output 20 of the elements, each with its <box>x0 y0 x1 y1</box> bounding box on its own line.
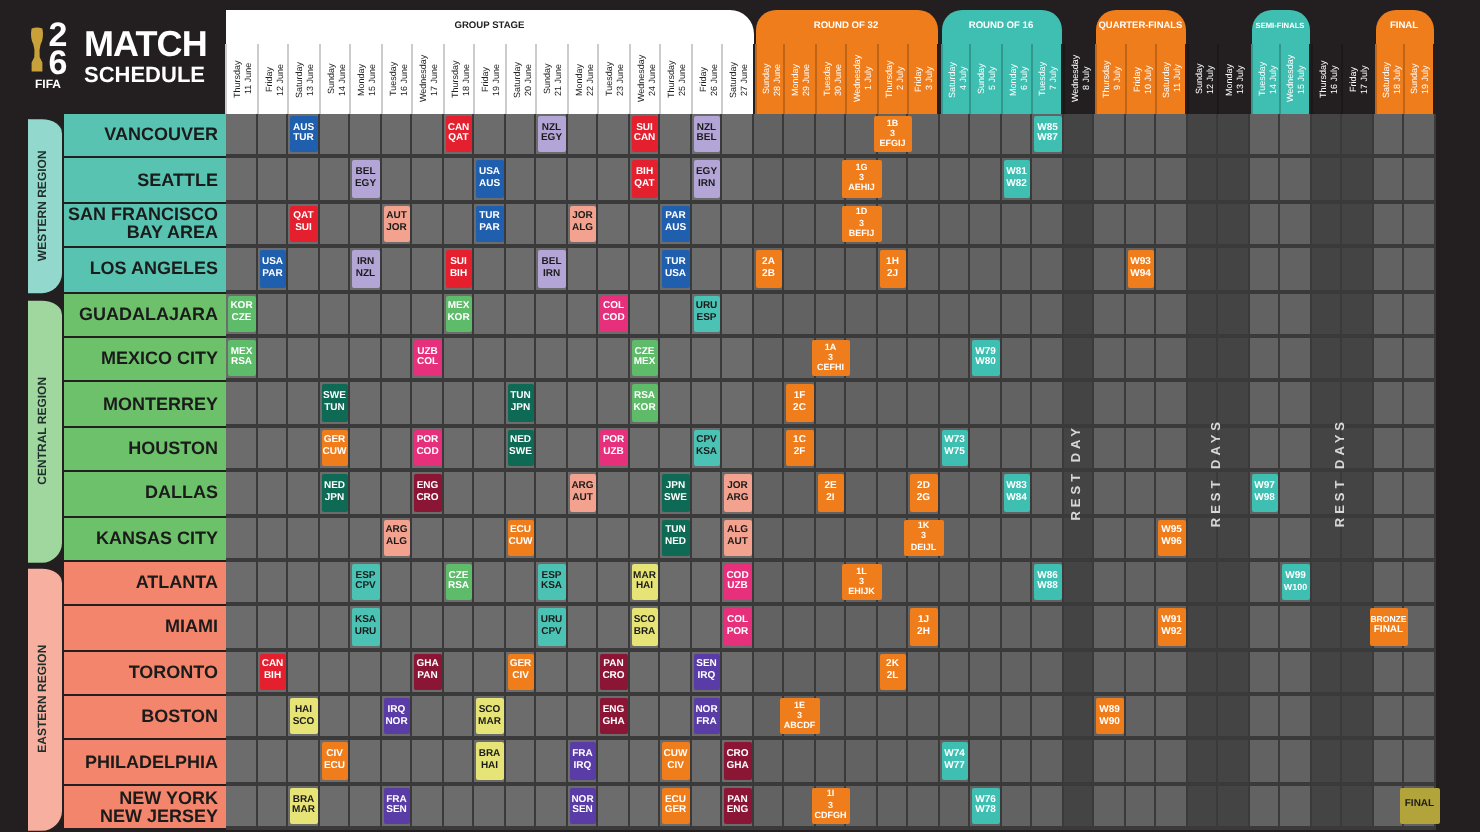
city-label: TORONTO <box>64 651 226 697</box>
city-label: ATLANTA <box>64 561 226 607</box>
title: MATCH <box>84 26 207 62</box>
city-label: DALLAS <box>64 472 226 518</box>
city-label: MONTERREY <box>64 382 226 428</box>
city-label: BOSTON <box>64 696 226 741</box>
city-label: GUADALAJARA <box>64 293 226 338</box>
city-label: MIAMI <box>64 606 226 652</box>
city-label: LOS ANGELES <box>64 248 226 294</box>
city-label: SEATTLE <box>64 158 226 204</box>
city-label: MEXICO CITY <box>64 337 226 383</box>
city-label: HOUSTON <box>64 427 226 473</box>
trophy-icon <box>28 24 47 76</box>
city-label: SAN FRANCISCO BAY AREA <box>64 203 226 249</box>
city-label: VANCOUVER <box>64 114 226 159</box>
city-label: NEW YORK NEW JERSEY <box>64 785 226 831</box>
logo-number: 26 <box>48 21 68 79</box>
city-label: PHILADELPHIA <box>64 740 226 786</box>
subtitle: SCHEDULE <box>84 66 207 88</box>
city-label: KANSAS CITY <box>64 517 226 562</box>
